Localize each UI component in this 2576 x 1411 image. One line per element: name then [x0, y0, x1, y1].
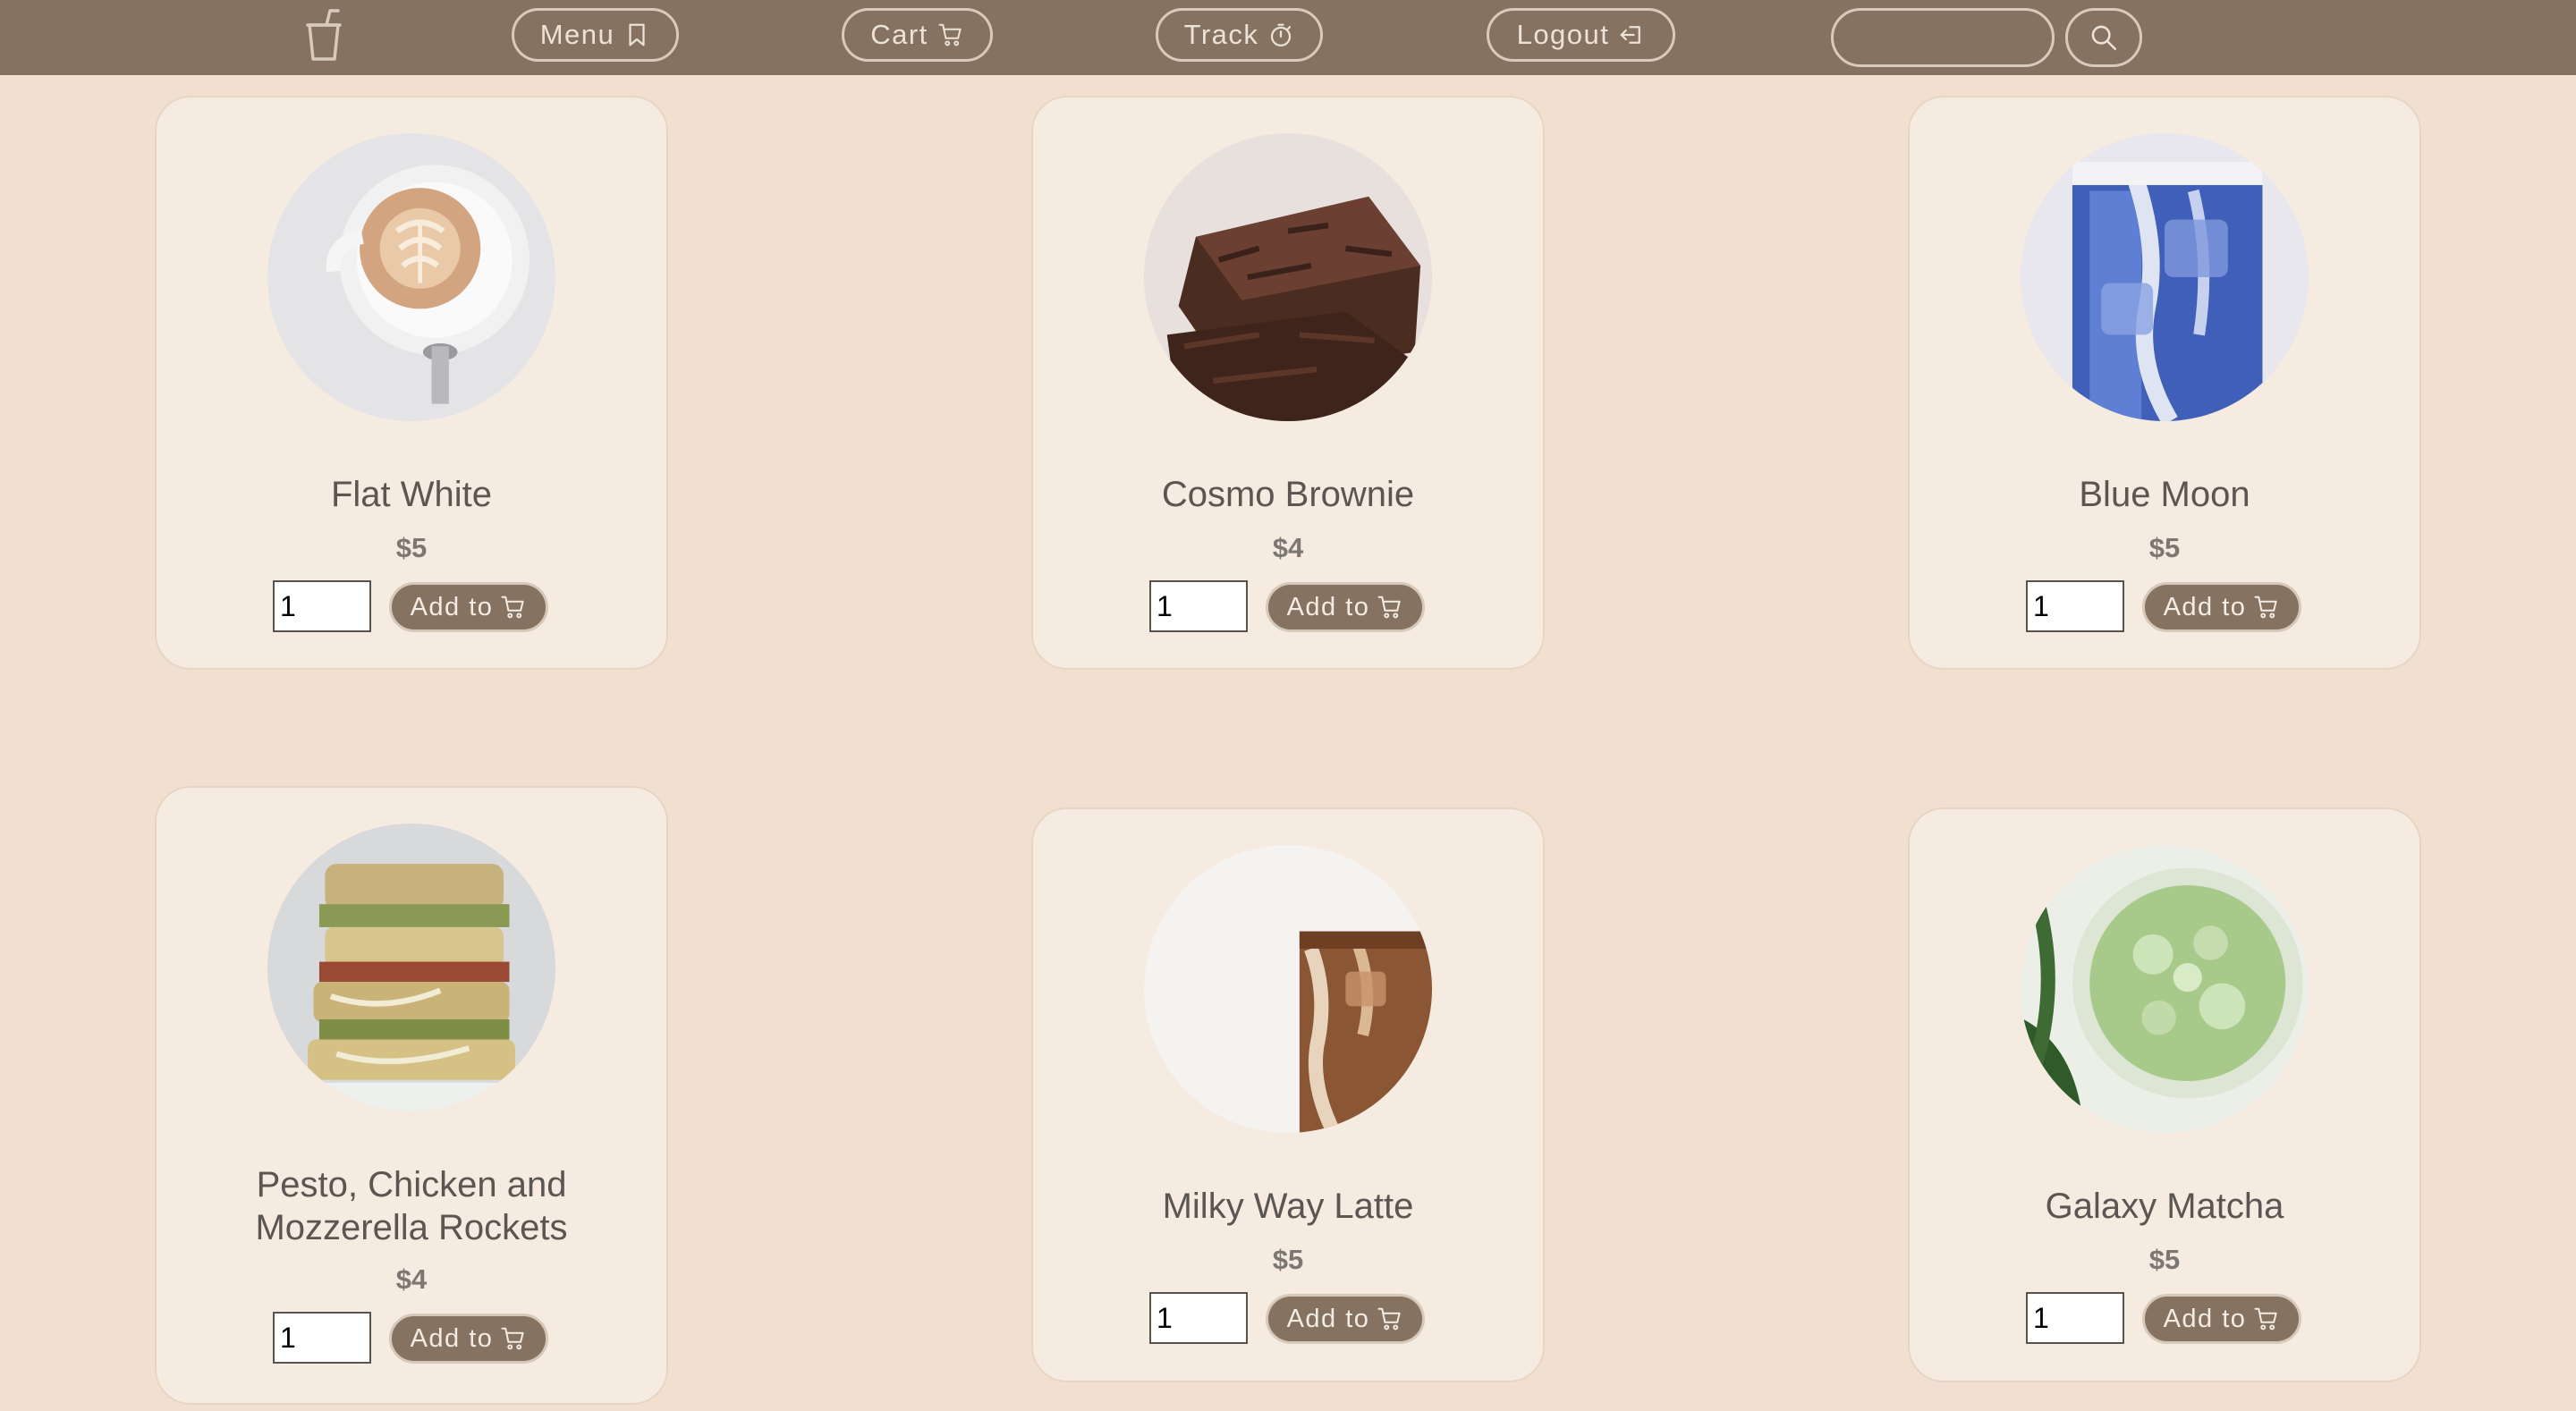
quantity-input[interactable] [273, 580, 371, 632]
product-card: Milky Way Latte $5 Add to [1031, 807, 1545, 1382]
product-card: Cosmo Brownie $4 Add to [1031, 96, 1545, 670]
product-name: Cosmo Brownie [1161, 475, 1415, 514]
add-to-cart-label: Add to [410, 592, 494, 621]
bookmark-icon [629, 23, 645, 46]
quantity-input[interactable] [1149, 580, 1248, 632]
cart-icon [1377, 594, 1403, 621]
top-nav: Menu Cart Track Logout [0, 0, 2576, 75]
product-price: $5 [395, 532, 428, 563]
add-to-cart-button[interactable]: Add to [1266, 1294, 1425, 1344]
product-card: Pesto, Chicken and Mozzerella Rockets $4… [155, 786, 668, 1405]
cart-icon [500, 1325, 527, 1352]
logout-button[interactable]: Logout [1487, 8, 1675, 62]
product-price: $4 [1272, 532, 1304, 563]
cart-icon [2253, 1305, 2280, 1332]
search-icon [2091, 25, 2117, 51]
logout-button-label: Logout [1516, 19, 1610, 50]
product-name: Galaxy Matcha [2045, 1187, 2284, 1226]
add-to-cart-button[interactable]: Add to [2142, 582, 2301, 632]
product-price: $5 [1272, 1244, 1304, 1275]
quantity-input[interactable] [1149, 1292, 1248, 1344]
cart-icon [1377, 1305, 1403, 1332]
quantity-input[interactable] [2026, 580, 2124, 632]
product-card: Flat White $5 Add to [155, 96, 668, 670]
search-input[interactable] [1831, 8, 2055, 67]
product-name: Blue Moon [2079, 475, 2250, 514]
brownie-photo[interactable] [1144, 133, 1432, 421]
add-to-cart-label: Add to [1286, 1304, 1370, 1333]
logout-icon [1621, 26, 1641, 44]
product-card: Galaxy Matcha $5 Add to [1908, 807, 2421, 1382]
cart-icon [937, 21, 964, 48]
product-name: Flat White [330, 475, 493, 514]
cart-button[interactable]: Cart [842, 8, 993, 62]
add-to-cart-button[interactable]: Add to [389, 582, 548, 632]
cart-icon [500, 594, 527, 621]
menu-button[interactable]: Menu [512, 8, 679, 62]
quantity-input[interactable] [273, 1312, 371, 1364]
blue-drink-photo[interactable] [2021, 133, 2309, 421]
add-to-cart-label: Add to [2163, 592, 2247, 621]
sandwich-photo[interactable] [267, 824, 555, 1111]
iced-latte-photo[interactable] [1144, 845, 1432, 1133]
add-to-cart-button[interactable]: Add to [2142, 1294, 2301, 1344]
add-to-cart-label: Add to [410, 1323, 494, 1353]
stopwatch-icon [1271, 23, 1292, 46]
add-to-cart-button[interactable]: Add to [389, 1314, 548, 1364]
product-price: $5 [2148, 1244, 2181, 1275]
menu-button-label: Menu [539, 19, 615, 50]
cup-with-straw-icon[interactable] [302, 7, 345, 63]
cart-icon [2253, 594, 2280, 621]
product-price: $5 [2148, 532, 2181, 563]
product-name: Pesto, Chicken and Mozzerella Rockets [255, 1165, 568, 1247]
iced-matcha-photo[interactable] [2021, 845, 2309, 1133]
cart-button-label: Cart [870, 19, 928, 50]
track-button-label: Track [1183, 19, 1259, 50]
add-to-cart-label: Add to [1286, 592, 1370, 621]
product-name: Milky Way Latte [1162, 1187, 1414, 1226]
track-button[interactable]: Track [1156, 8, 1323, 62]
quantity-input[interactable] [2026, 1292, 2124, 1344]
add-to-cart-button[interactable]: Add to [1266, 582, 1425, 632]
add-to-cart-label: Add to [2163, 1304, 2247, 1333]
flat-white-photo[interactable] [267, 133, 555, 421]
search-button[interactable] [2065, 8, 2142, 67]
product-price: $4 [395, 1263, 428, 1295]
product-card: Blue Moon $5 Add to [1908, 96, 2421, 670]
